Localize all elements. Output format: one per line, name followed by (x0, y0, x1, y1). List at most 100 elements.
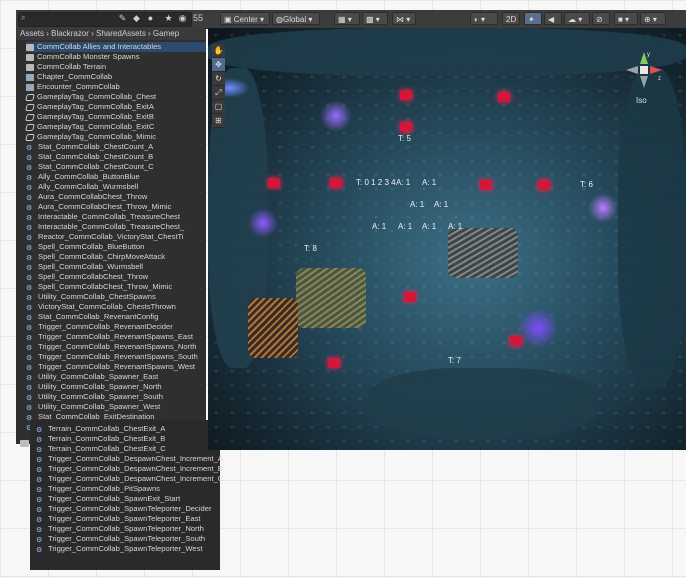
asset-label: Trigger_CommCollab_SpawnExit_Start (48, 494, 181, 503)
eye-icon[interactable]: ◉ (176, 12, 189, 25)
asset-item[interactable]: ⚙ Terrain_CommCollab_ChestExit_A (36, 424, 220, 434)
audio-toggle[interactable]: ◀ (544, 12, 562, 25)
asset-item[interactable]: ⚙ Utility_CommCollab_ChestSpawns (26, 292, 206, 302)
asset-item[interactable]: ⚙ Terrain_CommCollab_ChestExit_C (36, 444, 220, 454)
asset-item[interactable]: ⚙ Trigger_CommCollab_SpawnTeleporter_Sout… (36, 534, 220, 544)
scale-tool-icon[interactable]: ⤢ (212, 86, 225, 100)
asset-item[interactable]: Chapter_CommCollab (26, 72, 206, 82)
asset-item[interactable]: ⚙ Ally_CommCollab_ButtonBlue (26, 172, 206, 182)
align-button[interactable]: ⋈ ▾ (392, 12, 416, 25)
asset-item[interactable]: ⚙ Utility_CommCollab_Spawner_South (26, 392, 206, 402)
tag-icon[interactable]: ◆ (130, 12, 143, 25)
script-icon: ⚙ (26, 164, 33, 172)
asset-item[interactable]: ⚙ VictoryStat_CommCollab_ChestsThrown (26, 302, 206, 312)
asset-item[interactable]: CommCollab Monster Spawns (26, 52, 206, 62)
script-icon: ⚙ (26, 214, 33, 222)
asset-item[interactable]: Encounter_CommCollab (26, 82, 206, 92)
asset-item[interactable]: ⚙ Spell_CommCollabChest_Throw (26, 272, 206, 282)
gizmos-dropdown[interactable]: ⊕ ▾ (640, 12, 666, 25)
asset-item[interactable]: ⚙ Stat_CommCollab_ChestCount_C (26, 162, 206, 172)
pivot-center-dropdown[interactable]: ▣ Center ▾ (220, 12, 270, 25)
asset-item[interactable]: ⚙ Trigger_CommCollab_RevenantSpawns_North (26, 342, 206, 352)
asset-item[interactable]: ⚙ Aura_CommCollabChest_Throw_Mimic (26, 202, 206, 212)
orientation-gizmo[interactable]: y z (622, 48, 666, 92)
asset-label: Utility_CommCollab_ChestSpawns (38, 292, 156, 301)
asset-item[interactable]: ⚙ Stat_CommCollab_ChestCount_B (26, 152, 206, 162)
asset-item[interactable]: ⚙ Spell_CommCollab_BlueButton (26, 242, 206, 252)
toggle-2d-button[interactable]: 2D (502, 12, 520, 25)
asset-item[interactable]: ⚙ Interactable_CommCollab_TreasureChest_ (26, 222, 206, 232)
asset-item[interactable]: CommCollab Terrain (26, 62, 206, 72)
asset-item[interactable]: ⚙ Interactable_CommCollab_TreasureChest (26, 212, 206, 222)
asset-item[interactable]: ⚙ Trigger_CommCollab_RevenantDecider (26, 322, 206, 332)
tag-icon (25, 113, 35, 121)
shading-mode-dropdown[interactable]: ◐ ▾ (470, 12, 498, 25)
snap-increment-button[interactable]: ▩ ▾ (362, 12, 388, 25)
brush-icon[interactable]: ✎ (116, 12, 129, 25)
spawn-marker[interactable] (404, 292, 416, 302)
asset-item[interactable]: ⚙ Utility_CommCollab_Spawner_West (26, 402, 206, 412)
asset-item[interactable]: ⚙ Spell_CommCollabChest_Throw_Mimic (26, 282, 206, 292)
rotate-tool-icon[interactable]: ↻ (212, 72, 225, 86)
lighting-toggle[interactable]: ✦ (524, 12, 542, 25)
asset-item[interactable]: ⚙ Aura_CommCollabChest_Throw (26, 192, 206, 202)
asset-item[interactable]: ⚙ Stat_CommCollab_ChestCount_A (26, 142, 206, 152)
asset-item[interactable]: ⚙ Utility_CommCollab_Spawner_East (26, 372, 206, 382)
spawn-marker[interactable] (480, 180, 492, 190)
asset-item[interactable]: GameplayTag_CommCollab_Mimic (25, 132, 206, 142)
asset-label: Trigger_CommCollab_SpawnTeleporter_North (48, 524, 204, 533)
info-icon[interactable]: ● (144, 12, 157, 25)
effects-dropdown[interactable]: ☁ ▾ (564, 12, 590, 25)
spawn-marker[interactable] (400, 90, 412, 100)
projection-label[interactable]: Iso (636, 96, 647, 105)
camera-dropdown[interactable]: ■ ▾ (614, 12, 638, 25)
star-icon[interactable]: ★ (162, 12, 175, 25)
asset-item[interactable]: ⚙ Spell_CommCollab_ChirpMoveAttack (26, 252, 206, 262)
breadcrumb[interactable]: Assets › Blackrazor › SharedAssets › Gam… (16, 28, 206, 40)
asset-item[interactable]: GameplayTag_CommCollab_ExitA (25, 102, 206, 112)
spawn-marker[interactable] (498, 92, 510, 102)
asset-item[interactable]: ⚙ Utility_CommCollab_Spawner_North (26, 382, 206, 392)
teleporter-label: T: 0 1 2 3 4 (356, 178, 396, 187)
rock-wall-south (368, 368, 598, 438)
asset-item[interactable]: ⚙ Ally_CommCollab_Wurmsbell (26, 182, 206, 192)
asset-item[interactable]: ⚙ Trigger_CommCollab_SpawnExit_Start (36, 494, 220, 504)
scene-view[interactable]: T: 5 T: 6 T: 8 T: 7 T: 0 1 2 3 4 A: 1 A:… (208, 28, 686, 450)
asset-item[interactable]: ⚙ Trigger_CommCollab_PitSpawns (36, 484, 220, 494)
asset-item[interactable]: ⚙ Trigger_CommCollab_DespawnChest_Increme… (36, 474, 223, 484)
asset-item[interactable]: ⚙ Trigger_CommCollab_SpawnTeleporter_East (36, 514, 220, 524)
asset-item[interactable]: ⚙ Trigger_CommCollab_RevenantSpawns_West (26, 362, 206, 372)
hidden-objects-toggle[interactable]: ⊘ (592, 12, 610, 25)
wooden-debris (248, 298, 298, 358)
global-dropdown[interactable]: ◍Global ▾ (272, 12, 320, 25)
asset-item[interactable]: ⚙ Trigger_CommCollab_SpawnTeleporter_Nort… (36, 524, 220, 534)
asset-item[interactable]: ⚙ Trigger_CommCollab_DespawnChest_Increme… (36, 464, 223, 474)
asset-item[interactable]: GameplayTag_CommCollab_ExitB (25, 112, 206, 122)
spawn-marker[interactable] (400, 122, 412, 132)
transform-tool-icon[interactable]: ⊞ (212, 114, 225, 128)
asset-item[interactable]: GameplayTag_CommCollab_Chest (25, 92, 206, 102)
asset-item[interactable]: CommCollab Allies and Interactables (26, 42, 206, 52)
move-tool-icon[interactable]: ✥ (212, 58, 225, 72)
spawn-marker[interactable] (268, 178, 280, 188)
asset-item[interactable]: ⚙ Spell_CommCollab_Wurmsbell (26, 262, 206, 272)
grid-snap-button[interactable]: ▦ ▾ (334, 12, 360, 25)
asset-item[interactable]: ⚙ Trigger_CommCollab_RevenantSpawns_East (26, 332, 206, 342)
rect-tool-icon[interactable]: ▢ (212, 100, 225, 114)
asset-item[interactable]: ⚙ Trigger_CommCollab_DespawnChest_Increme… (36, 454, 223, 464)
spawn-marker[interactable] (328, 358, 340, 368)
ally-label: A: 1 (448, 222, 463, 231)
asset-item[interactable]: GameplayTag_CommCollab_ExitC (25, 122, 206, 132)
spawn-marker[interactable] (510, 336, 522, 346)
asset-item[interactable]: ⚙ Trigger_CommCollab_SpawnTeleporter_Deci… (36, 504, 220, 514)
asset-item[interactable]: ⚙ Trigger_CommCollab_RevenantSpawns_South (26, 352, 206, 362)
asset-item[interactable]: ⚙ Reactor_CommCollab_VictoryStat_ChestTi (26, 232, 206, 242)
asset-item[interactable]: ⚙ Stat_CommCollab_RevenantConfig (26, 312, 206, 322)
asset-item[interactable]: ⚙ Terrain_CommCollab_ChestExit_B (36, 434, 220, 444)
view-tool-icon[interactable]: ✋ (212, 44, 225, 58)
script-icon: ⚙ (26, 394, 33, 402)
spawn-marker[interactable] (538, 180, 550, 190)
spawn-marker[interactable] (330, 178, 342, 188)
asset-item[interactable]: ⚙ Trigger_CommCollab_SpawnTeleporter_West (36, 544, 220, 554)
asset-label: Reactor_CommCollab_VictoryStat_ChestTi (38, 232, 184, 241)
